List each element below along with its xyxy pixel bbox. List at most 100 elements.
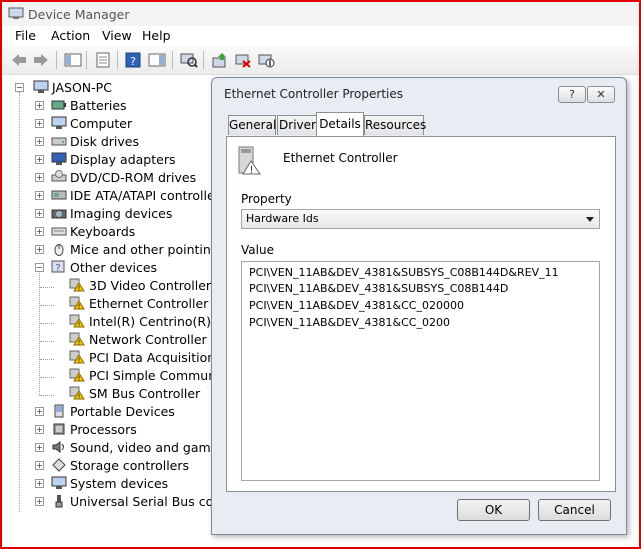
toolbar-separator xyxy=(172,51,173,69)
chevron-down-icon xyxy=(586,217,594,222)
tree-item-keyboards[interactable]: Keyboards xyxy=(70,224,135,239)
menu-view[interactable]: View xyxy=(102,28,132,43)
mouse-icon xyxy=(54,244,64,256)
tree-item-display-adapters[interactable]: Display adapters xyxy=(70,152,175,167)
tree-item-batteries[interactable]: Batteries xyxy=(70,98,127,113)
svg-text:!: ! xyxy=(78,321,81,329)
expand-toggle[interactable]: + xyxy=(35,461,44,470)
expand-toggle[interactable]: + xyxy=(35,209,44,218)
sound-icon xyxy=(52,441,64,453)
properties-icon[interactable] xyxy=(94,52,112,68)
toolbar-separator xyxy=(117,51,118,69)
tree-item-processors[interactable]: Processors xyxy=(70,422,137,437)
camera-icon xyxy=(51,209,67,219)
processor-icon xyxy=(53,423,65,435)
action-pane-icon[interactable] xyxy=(148,52,166,68)
menu-help[interactable]: Help xyxy=(142,28,171,43)
tree-item-sm-bus-controller[interactable]: SM Bus Controller xyxy=(89,386,200,401)
update-driver-icon[interactable] xyxy=(211,52,229,68)
value-list[interactable]: PCI\VEN_11AB&DEV_4381&SUBSYS_C08B144D&RE… xyxy=(241,261,600,481)
collapse-toggle[interactable]: − xyxy=(15,83,24,92)
property-select[interactable]: Hardware Ids xyxy=(241,209,600,229)
expand-toggle[interactable]: + xyxy=(35,227,44,236)
cancel-button[interactable]: Cancel xyxy=(538,499,611,521)
usb-icon xyxy=(55,495,63,508)
tree-item-disk-drives[interactable]: Disk drives xyxy=(70,134,139,149)
tree-item-ide-controllers[interactable]: IDE ATA/ATAPI controllers xyxy=(70,188,212,203)
warning-device-icon: ! xyxy=(69,278,85,292)
tree-item-mice[interactable]: Mice and other pointing devices xyxy=(70,242,212,257)
value-list-item[interactable]: PCI\VEN_11AB&DEV_4381&CC_020000 xyxy=(249,299,464,312)
property-label: Property xyxy=(241,192,292,206)
svg-text:!: ! xyxy=(78,285,81,293)
tree-item-imaging-devices[interactable]: Imaging devices xyxy=(70,206,172,221)
tree-root-label[interactable]: JASON-PC xyxy=(52,80,112,95)
display-adapter-icon xyxy=(51,152,67,165)
system-device-icon xyxy=(51,476,67,489)
value-list-item[interactable]: PCI\VEN_11AB&DEV_4381&SUBSYS_C08B144D&RE… xyxy=(249,266,559,279)
value-list-item[interactable]: PCI\VEN_11AB&DEV_4381&SUBSYS_C08B144D xyxy=(249,282,508,295)
toolbar-separator xyxy=(203,51,204,69)
portable-device-icon xyxy=(54,404,64,418)
tab-driver[interactable]: Driver xyxy=(277,115,318,135)
tab-details[interactable]: Details xyxy=(316,112,364,136)
show-hide-console-tree-icon[interactable] xyxy=(64,52,82,68)
tree-item-network-controller[interactable]: Network Controller xyxy=(89,332,207,347)
collapse-toggle[interactable]: − xyxy=(35,263,44,272)
dialog-title: Ethernet Controller Properties xyxy=(224,87,403,101)
tree-item-system-devices[interactable]: System devices xyxy=(70,476,168,491)
expand-toggle[interactable]: + xyxy=(35,407,44,416)
forward-arrow-icon[interactable] xyxy=(32,52,50,68)
tree-item-portable-devices[interactable]: Portable Devices xyxy=(70,404,175,419)
help-icon[interactable]: ? xyxy=(124,52,142,68)
tree-item-usb-controllers[interactable]: Universal Serial Bus controllers xyxy=(70,494,212,509)
tree-item-storage-controllers[interactable]: Storage controllers xyxy=(70,458,189,473)
close-button[interactable]: ✕ xyxy=(587,86,615,103)
expand-toggle[interactable]: + xyxy=(35,155,44,164)
details-panel: ! Ethernet Controller Property Hardware … xyxy=(226,136,616,492)
expand-toggle[interactable]: + xyxy=(35,137,44,146)
tree-branch xyxy=(40,359,54,360)
tree-item-computer[interactable]: Computer xyxy=(70,116,132,131)
tab-resources[interactable]: Resources xyxy=(364,115,426,135)
tree-branch xyxy=(40,377,54,378)
expand-toggle[interactable]: + xyxy=(35,425,44,434)
expand-toggle[interactable]: + xyxy=(35,245,44,254)
expand-toggle[interactable]: + xyxy=(35,173,44,182)
scan-hardware-icon[interactable] xyxy=(180,52,198,68)
ok-button[interactable]: OK xyxy=(457,499,530,521)
expand-toggle[interactable]: + xyxy=(35,119,44,128)
back-arrow-icon[interactable] xyxy=(10,52,28,68)
unknown-device-icon: ? xyxy=(51,260,65,274)
expand-toggle[interactable]: + xyxy=(35,101,44,110)
tree-branch xyxy=(40,323,54,324)
disk-drive-icon xyxy=(51,137,67,146)
tree-item-pci-simple-comms[interactable]: PCI Simple Communications Controller xyxy=(89,368,212,383)
uninstall-device-icon[interactable] xyxy=(234,52,252,68)
warning-device-icon: ! xyxy=(69,368,85,382)
toolbar-separator xyxy=(56,51,57,69)
tree-item-ethernet-controller[interactable]: Ethernet Controller xyxy=(89,296,208,311)
menu-file[interactable]: File xyxy=(15,28,36,43)
battery-icon xyxy=(51,100,66,110)
svg-text:!: ! xyxy=(78,339,81,347)
expand-toggle[interactable]: + xyxy=(35,479,44,488)
tab-general[interactable]: General xyxy=(228,115,276,135)
tree-item-other-devices[interactable]: Other devices xyxy=(70,260,157,275)
warning-device-icon: ! xyxy=(69,350,85,364)
tree-branch xyxy=(40,305,54,306)
tree-branch xyxy=(40,341,54,342)
tree-item-intel-centrino[interactable]: Intel(R) Centrino(R) Advanced-N 6200 AGN xyxy=(89,314,212,329)
disable-device-icon[interactable] xyxy=(257,52,275,68)
expand-toggle[interactable]: + xyxy=(35,191,44,200)
expand-toggle[interactable]: + xyxy=(35,497,44,506)
menu-action[interactable]: Action xyxy=(51,28,90,43)
value-list-item[interactable]: PCI\VEN_11AB&DEV_4381&CC_0200 xyxy=(249,316,450,329)
expand-toggle[interactable]: + xyxy=(35,443,44,452)
help-button[interactable]: ? xyxy=(558,86,586,103)
tree-item-pci-data-acquisition[interactable]: PCI Data Acquisition and Signal Processi… xyxy=(89,350,212,365)
tree-item-dvd-drives[interactable]: DVD/CD-ROM drives xyxy=(70,170,196,185)
tree-item-sound-video[interactable]: Sound, video and game controllers xyxy=(70,440,212,455)
warning-device-icon: ! xyxy=(69,314,85,328)
tree-item-3d-video-controller[interactable]: 3D Video Controller xyxy=(89,278,211,293)
